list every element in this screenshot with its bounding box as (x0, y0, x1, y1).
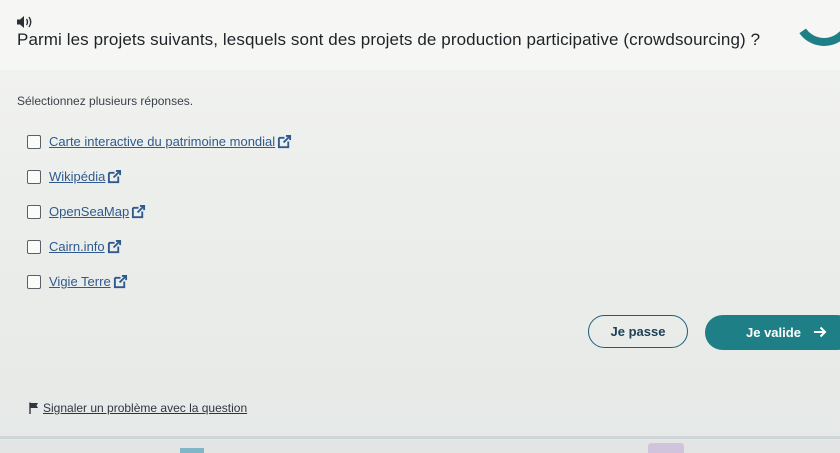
option-link[interactable]: Wikipédia (49, 169, 105, 184)
option-checkbox[interactable] (27, 239, 41, 254)
bottom-divider (0, 436, 840, 439)
external-link-icon[interactable] (113, 274, 128, 289)
option-wikipedia[interactable]: Wikipédia (27, 159, 292, 194)
flag-icon (29, 402, 38, 414)
question-text: Parmi les projets suivants, lesquels son… (17, 30, 761, 49)
option-vigie-terre[interactable]: Vigie Terre (27, 264, 292, 299)
bottom-bar (0, 440, 840, 453)
option-carte-interactive[interactable]: Carte interactive du patrimoine mondial (27, 124, 292, 159)
option-openseamap[interactable]: OpenSeaMap (27, 194, 292, 229)
external-link-icon[interactable] (277, 134, 292, 149)
option-checkbox[interactable] (27, 274, 41, 289)
answer-options: Carte interactive du patrimoine mondial … (27, 124, 292, 299)
external-link-icon[interactable] (107, 239, 122, 254)
option-cairn-info[interactable]: Cairn.info (27, 229, 292, 264)
validate-button-label: Je valide (746, 325, 801, 340)
option-checkbox[interactable] (27, 134, 41, 149)
report-problem[interactable]: Signaler un problème avec la question (29, 401, 247, 415)
external-link-icon[interactable] (131, 204, 146, 219)
bottom-bar-segment (180, 448, 204, 453)
option-link[interactable]: Carte interactive du patrimoine mondial (49, 134, 275, 149)
report-problem-link[interactable]: Signaler un problème avec la question (43, 401, 247, 415)
arrow-right-icon (814, 326, 827, 338)
validate-button[interactable]: Je valide (705, 315, 840, 350)
option-checkbox[interactable] (27, 204, 41, 219)
instruction-text: Sélectionnez plusieurs réponses. (17, 94, 194, 108)
option-link[interactable]: OpenSeaMap (49, 204, 129, 219)
skip-button[interactable]: Je passe (588, 315, 688, 348)
option-checkbox[interactable] (27, 169, 41, 184)
external-link-icon[interactable] (107, 169, 122, 184)
speaker-icon[interactable] (16, 14, 34, 30)
option-link[interactable]: Vigie Terre (49, 274, 111, 289)
bottom-bar-segment (648, 443, 684, 453)
option-link[interactable]: Cairn.info (49, 239, 105, 254)
